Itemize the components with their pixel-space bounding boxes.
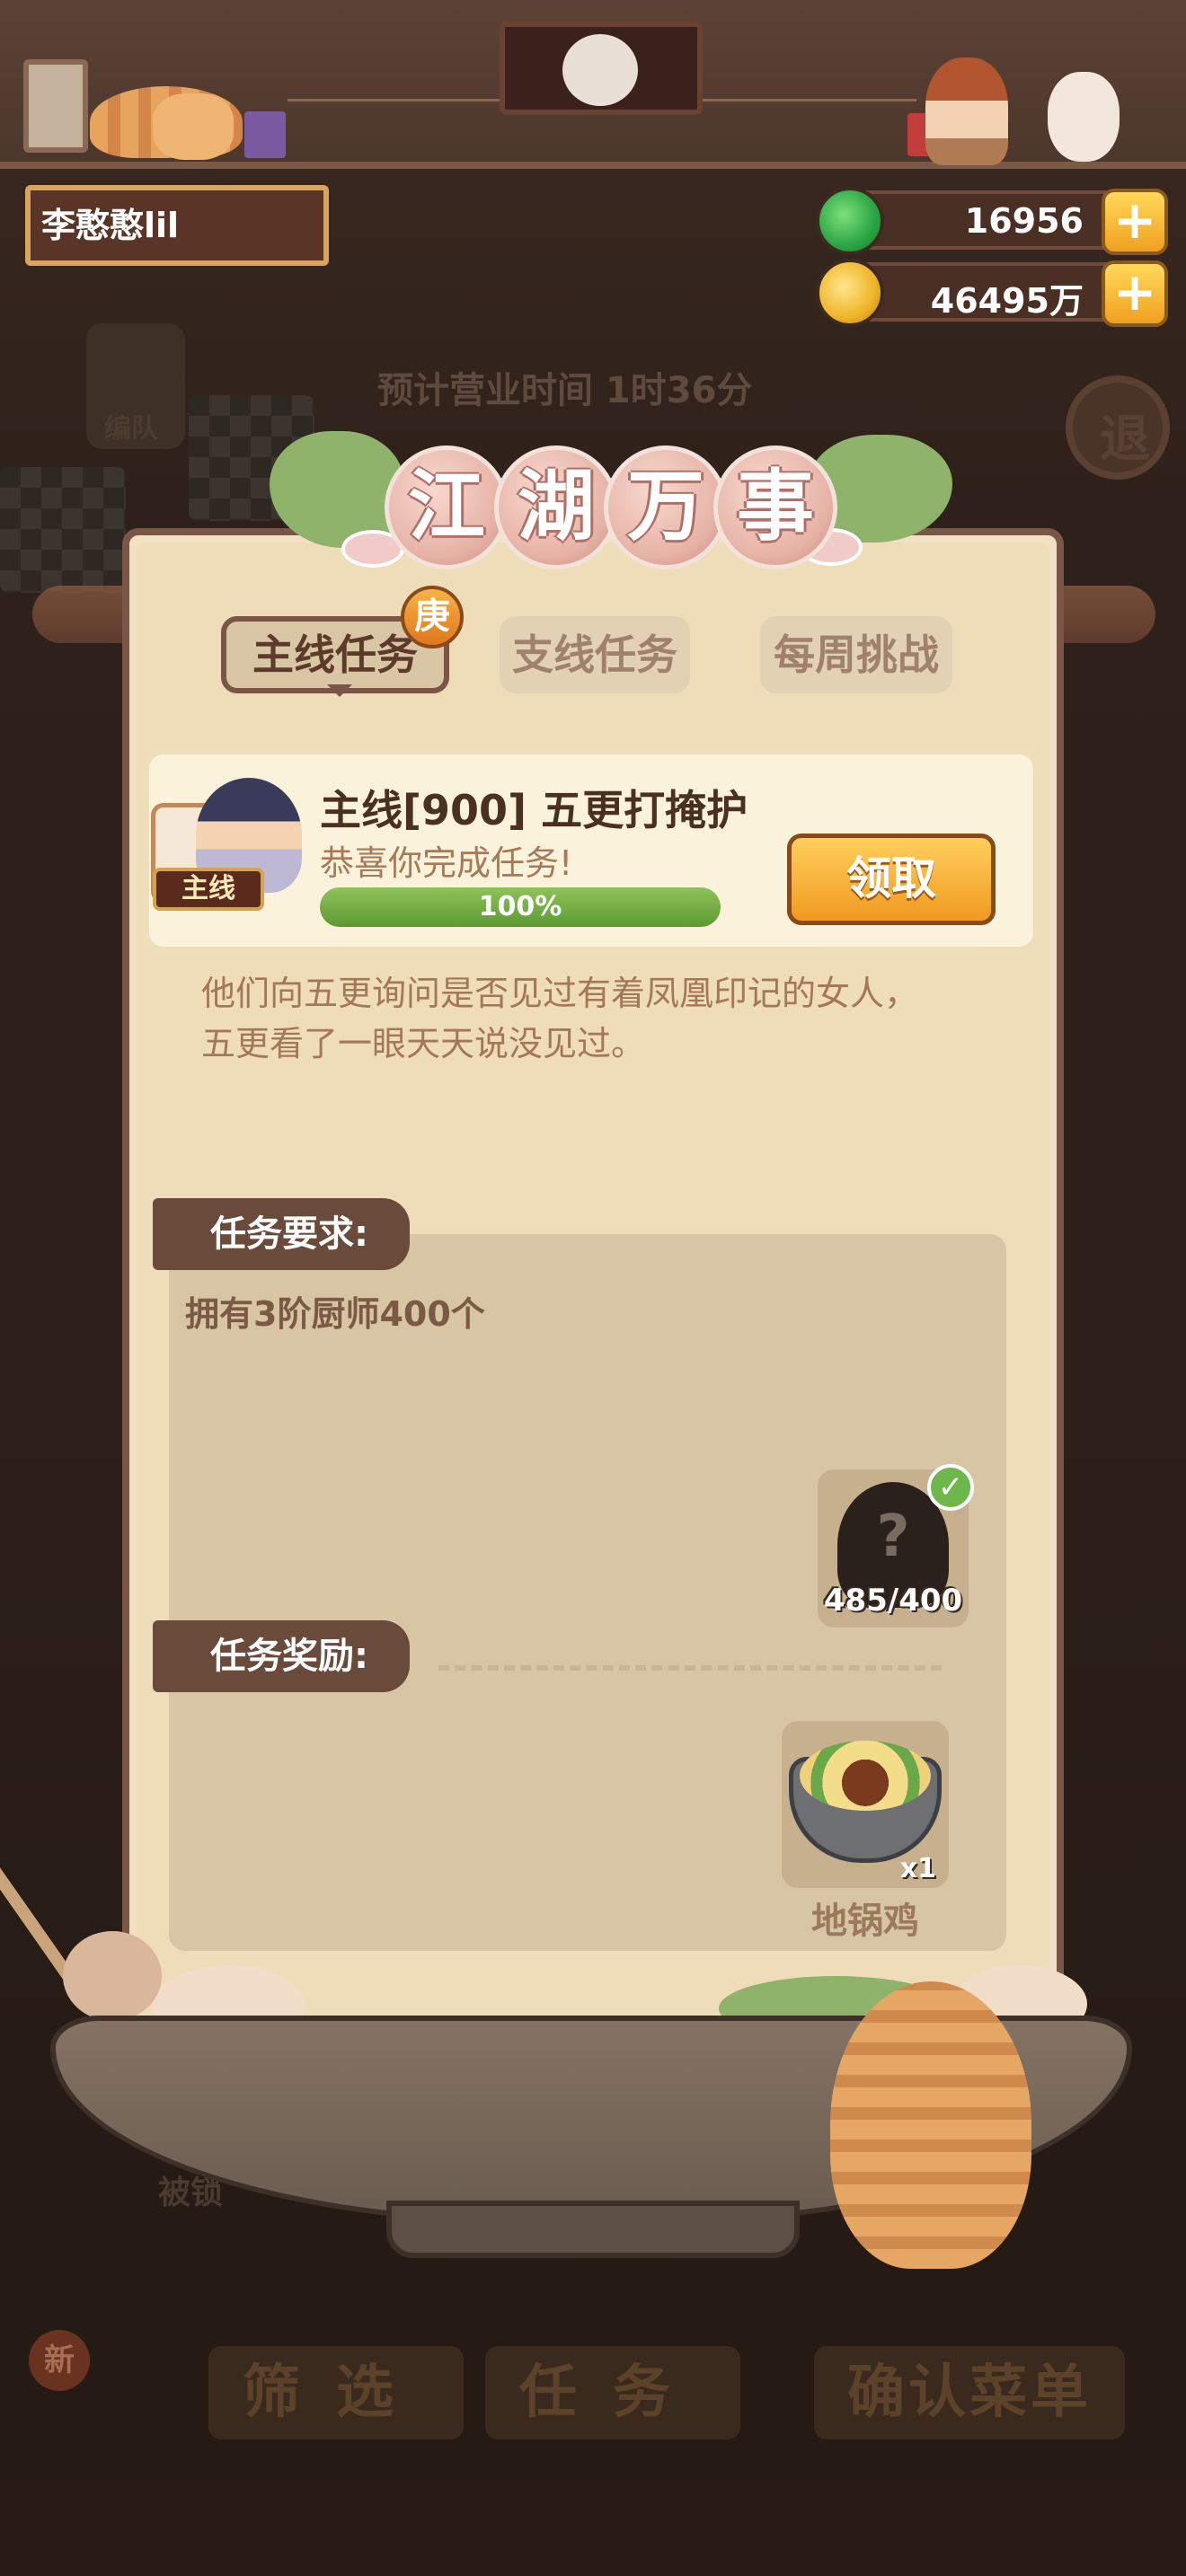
team-label: 编队 [104, 413, 158, 445]
meatball-decoration [63, 1931, 162, 2021]
story-line: 他们向五更询问是否见过有着凤凰印记的女人， [201, 974, 919, 1013]
coin-currency: 46495万 + [816, 259, 1168, 327]
business-time: 预计营业时间 1时36分 [377, 370, 753, 411]
check-icon: ✓ [927, 1464, 974, 1511]
requirement-label: 任务要求: [153, 1198, 410, 1270]
filter-button[interactable]: 筛选 [208, 2346, 464, 2439]
story-line: 五更看了一眼天天说没见过。 [201, 1024, 646, 1063]
climbing-cat-decoration [830, 1981, 1031, 2269]
title-char: 万 [604, 446, 728, 569]
paw-frame-icon [23, 59, 88, 153]
add-coin-button[interactable]: + [1102, 260, 1168, 327]
hanging-sign[interactable] [500, 22, 703, 115]
claim-button[interactable]: 领取 [787, 834, 996, 925]
new-badge: 新 [29, 2330, 90, 2391]
title-char: 湖 [494, 446, 618, 569]
team-button[interactable]: 编队 [86, 323, 185, 449]
white-cat-character[interactable] [1048, 72, 1120, 162]
unknown-mark: ? [876, 1504, 910, 1570]
pot-chicken-dish-icon [800, 1741, 931, 1811]
jade-icon [816, 187, 884, 255]
tab-badge: 庚 [401, 586, 464, 648]
quest-story: 他们向五更询问是否见过有着凤凰印记的女人， 五更看了一眼天天说没见过。 [201, 968, 1010, 1069]
checker-cloth [0, 467, 126, 593]
panel-title: 江 湖 万 事 [372, 446, 837, 580]
reward-name: 地锅鸡 [811, 1901, 919, 1942]
quest-progress-text: 100% [478, 891, 562, 922]
chef-portrait-icon [562, 34, 638, 106]
dashed-divider [438, 1665, 942, 1671]
bottom-strip [0, 2479, 1186, 2576]
confirm-menu-button[interactable]: 确认菜单 [814, 2346, 1125, 2439]
tab-side-quests[interactable]: 支线任务 [500, 616, 690, 693]
jade-amount: 16956 [964, 201, 1084, 241]
coin-amount: 46495万 [930, 281, 1084, 321]
player-name[interactable]: 李憨憨lil [25, 185, 329, 266]
title-char: 江 [385, 446, 509, 569]
exit-button[interactable]: 退 [1066, 375, 1170, 480]
banner-rope [288, 99, 503, 101]
sleeping-cat-head [153, 93, 234, 160]
top-shop-banner [0, 0, 1186, 169]
shopkeeper-character[interactable] [925, 57, 1008, 165]
gold-coin-icon [816, 259, 884, 327]
exit-label: 退 [1100, 410, 1150, 469]
reward-item[interactable]: x1 [782, 1721, 949, 1888]
purple-jar [244, 111, 286, 158]
quest-title: 主线[900] 五更打掩护 [320, 786, 748, 834]
requirement-text: 拥有3阶厨师400个 [185, 1294, 485, 1334]
reward-quantity: x1 [899, 1853, 936, 1884]
title-char: 事 [713, 446, 837, 569]
requirement-count: 485/400 [823, 1583, 963, 1619]
task-button[interactable]: 任务 [485, 2346, 740, 2439]
quest-status: 恭喜你完成任务! [320, 843, 573, 883]
main-quest-tag: 主线 [153, 868, 264, 911]
jade-currency: 16956 + [816, 187, 1168, 255]
tab-weekly-challenge[interactable]: 每周挑战 [760, 616, 952, 693]
banner-rope [701, 99, 916, 101]
bowl-base-decoration [386, 2201, 800, 2258]
quest-progress-bar: 100% [320, 887, 721, 927]
add-jade-button[interactable]: + [1102, 189, 1168, 255]
reward-label: 任务奖励: [153, 1620, 410, 1692]
